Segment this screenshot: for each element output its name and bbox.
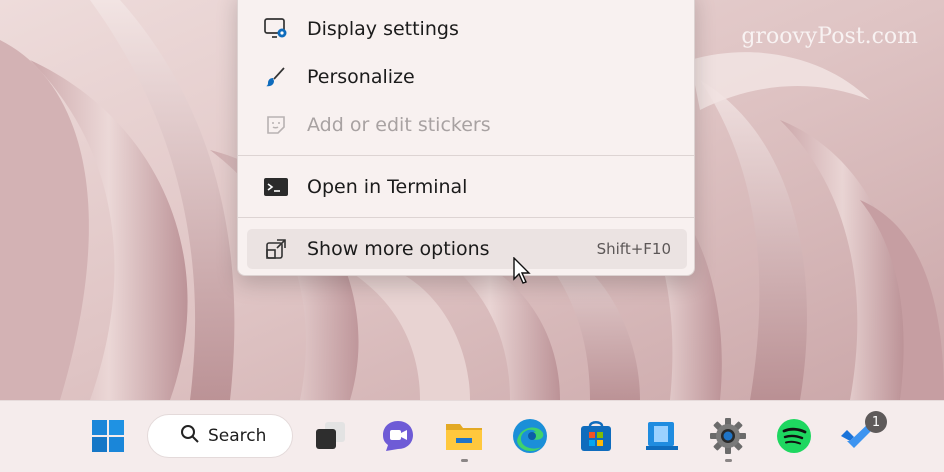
notification-badge: 1	[865, 411, 887, 433]
desktop-context-menu: Display settings Personalize Add or edit…	[237, 0, 695, 276]
watermark: groovyPost.com	[741, 24, 918, 49]
windows-logo-icon	[92, 420, 124, 452]
gear-icon	[710, 418, 746, 454]
file-explorer-button[interactable]	[444, 416, 484, 456]
menu-item-open-in-terminal[interactable]: Open in Terminal	[247, 167, 687, 207]
app-button[interactable]	[642, 416, 682, 456]
store-icon	[581, 421, 611, 451]
settings-button[interactable]	[708, 416, 748, 456]
running-indicator	[725, 459, 732, 462]
edge-button[interactable]	[510, 416, 550, 456]
menu-item-label: Open in Terminal	[307, 176, 468, 198]
menu-separator	[238, 155, 694, 156]
menu-item-personalize[interactable]: Personalize	[247, 57, 687, 97]
menu-item-label: Add or edit stickers	[307, 114, 491, 136]
search-label: Search	[208, 426, 267, 446]
open-external-icon	[261, 234, 291, 264]
folder-icon	[446, 424, 482, 450]
chat-button[interactable]	[378, 416, 418, 456]
sticker-icon	[261, 110, 291, 140]
taskbar-search-box[interactable]: Search	[147, 414, 293, 458]
search-icon	[180, 424, 200, 448]
mouse-cursor-icon	[513, 256, 531, 289]
start-button[interactable]	[88, 416, 128, 456]
brush-icon	[261, 62, 291, 92]
chat-icon	[383, 421, 413, 451]
menu-item-label: Display settings	[307, 18, 459, 40]
taskbar: Search	[0, 400, 944, 472]
task-view-icon	[316, 422, 345, 449]
store-button[interactable]	[576, 416, 616, 456]
menu-item-label: Show more options	[307, 238, 490, 260]
display-settings-icon	[261, 14, 291, 44]
terminal-icon	[261, 172, 291, 202]
menu-separator	[238, 217, 694, 218]
task-view-button[interactable]	[310, 416, 350, 456]
menu-item-show-more-options[interactable]: Show more options Shift+F10	[247, 229, 687, 269]
menu-item-label: Personalize	[307, 66, 415, 88]
menu-item-display-settings[interactable]: Display settings	[247, 9, 687, 49]
spotify-button[interactable]	[774, 416, 814, 456]
spotify-icon	[777, 419, 811, 453]
running-indicator	[461, 459, 468, 462]
menu-item-shortcut: Shift+F10	[596, 240, 671, 258]
menu-item-add-edit-stickers: Add or edit stickers	[247, 105, 687, 145]
edge-icon	[513, 419, 547, 453]
app-icon	[646, 422, 678, 450]
